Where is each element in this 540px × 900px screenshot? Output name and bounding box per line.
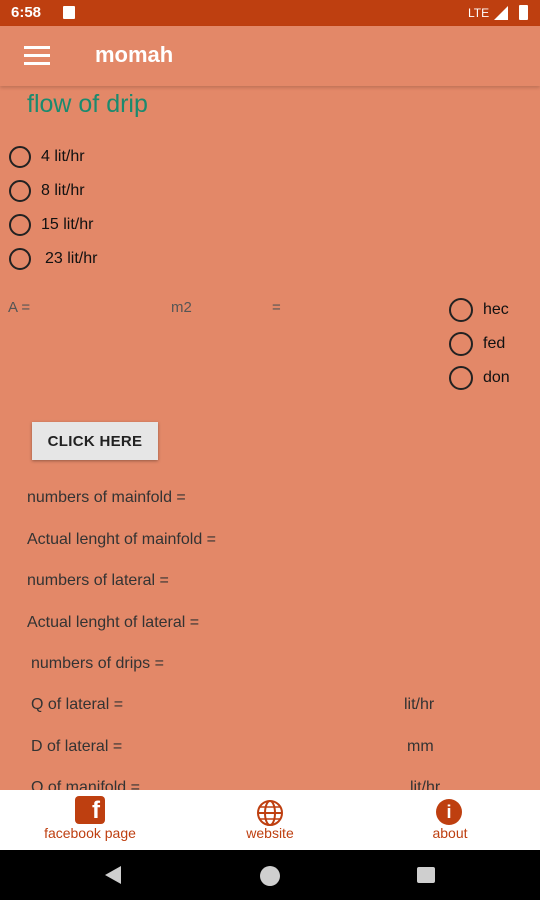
result-numbers-of-mainfold: numbers of mainfold = [27,489,186,506]
radio-circle-icon[interactable] [449,332,473,356]
radio-flow-4[interactable]: 4 lit/hr [9,146,85,168]
page-heading: flow of drip [27,90,148,118]
nav-label: website [246,825,294,841]
sd-card-icon [63,6,75,19]
radio-label: hec [483,301,509,318]
radio-flow-15[interactable]: 15 lit/hr [9,214,93,236]
nav-about[interactable]: i about [360,790,540,850]
app-bar: momah [0,26,540,86]
radio-circle-icon[interactable] [9,180,31,202]
nav-website[interactable]: website [180,790,360,850]
area-equals: = [272,299,281,316]
recent-apps-icon[interactable] [417,867,435,883]
nav-facebook-page[interactable]: f facebook page [0,790,180,850]
radio-unit-don[interactable]: don [449,366,510,390]
area-unit-m2: m2 [171,299,192,316]
result-d-of-lateral: D of lateral = [31,738,123,755]
radio-circle-icon[interactable] [9,146,31,168]
result-actual-length-mainfold: Actual lenght of mainfold = [27,531,217,548]
back-icon[interactable] [105,866,121,884]
radio-circle-icon[interactable] [449,366,473,390]
radio-label: 8 lit/hr [41,182,85,199]
signal-icon [494,6,508,20]
result-numbers-of-lateral: numbers of lateral = [27,572,169,589]
radio-circle-icon[interactable] [9,214,31,236]
app-title: momah [95,42,174,67]
radio-label: don [483,369,510,386]
radio-circle-icon[interactable] [449,298,473,322]
network-type: LTE [468,6,490,20]
click-here-button[interactable]: CLICK HERE [32,422,158,460]
radio-label: 23 lit/hr [45,250,98,267]
radio-unit-fed[interactable]: fed [449,332,505,356]
area-label: A = [8,299,31,316]
result-q-of-manifold-unit: lit/hr [410,779,441,790]
system-navigation-bar [0,850,540,900]
nav-label: about [432,825,468,841]
radio-flow-8[interactable]: 8 lit/hr [9,180,85,202]
battery-icon [519,5,528,20]
status-bar: 6:58 LTE [0,0,540,26]
radio-label: 15 lit/hr [41,216,94,233]
radio-label: 4 lit/hr [41,148,85,165]
result-q-of-lateral-unit: lit/hr [404,696,435,713]
radio-label: fed [483,335,506,352]
facebook-icon: f [75,796,105,824]
menu-icon[interactable] [24,46,50,66]
radio-circle-icon[interactable] [9,248,31,270]
result-q-of-manifold: Q of manifold = [31,779,140,790]
status-time: 6:58 [11,4,42,21]
result-q-of-lateral: Q of lateral = [31,696,124,713]
result-d-of-lateral-unit: mm [407,738,434,755]
home-icon[interactable] [260,866,280,886]
radio-flow-23[interactable]: 23 lit/hr [9,248,97,270]
globe-icon [257,800,283,826]
radio-unit-hec[interactable]: hec [449,298,509,322]
result-numbers-of-drips: numbers of drips = [31,655,164,672]
result-actual-length-lateral: Actual lenght of lateral = [27,614,200,631]
main-content[interactable]: flow of drip 4 lit/hr 8 lit/hr 15 lit/hr… [0,86,540,790]
info-icon: i [436,799,462,825]
bottom-navigation: f facebook page website i about [0,790,540,850]
nav-label: facebook page [44,825,136,841]
